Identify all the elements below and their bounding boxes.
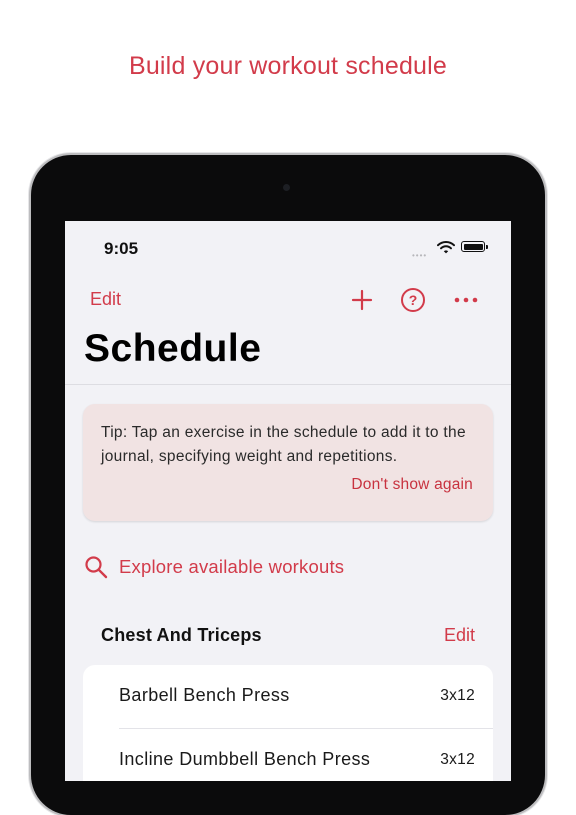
page-title: Schedule xyxy=(84,327,262,370)
dont-show-again-button[interactable]: Don't show again xyxy=(351,476,473,494)
exercise-sets: 3x12 xyxy=(440,751,475,768)
exercise-name: Incline Dumbbell Bench Press xyxy=(119,749,371,769)
search-icon xyxy=(85,556,108,579)
app-screen: 9:05 •••• Edit ? Schedule Tip: Tap an ex… xyxy=(65,221,511,781)
signal-icon: •••• xyxy=(412,251,428,260)
exercise-list: Barbell Bench Press 3x12 Incline Dumbbel… xyxy=(83,665,493,781)
explore-workouts-button[interactable]: Explore available workouts xyxy=(84,554,344,580)
more-icon[interactable] xyxy=(454,297,478,303)
plus-icon[interactable] xyxy=(351,289,373,311)
section-edit-button[interactable]: Edit xyxy=(444,625,475,646)
marketing-headline: Build your workout schedule xyxy=(128,52,448,80)
tip-text: Tip: Tap an exercise in the schedule to … xyxy=(101,424,466,465)
exercise-name: Barbell Bench Press xyxy=(119,685,290,705)
help-icon[interactable]: ? xyxy=(401,288,425,312)
nav-edit-button[interactable]: Edit xyxy=(90,289,121,310)
exercise-sets: 3x12 xyxy=(440,687,475,704)
camera-dot xyxy=(283,184,290,191)
wifi-icon xyxy=(437,241,455,254)
exercise-row[interactable]: Barbell Bench Press 3x12 xyxy=(83,665,493,729)
status-time: 9:05 xyxy=(104,239,139,258)
section-title: Chest And Triceps xyxy=(101,625,262,645)
battery-icon xyxy=(461,241,488,252)
tip-card: Tip: Tap an exercise in the schedule to … xyxy=(83,404,493,521)
explore-workouts-label: Explore available workouts xyxy=(119,556,345,577)
exercise-row[interactable]: Incline Dumbbell Bench Press 3x12 xyxy=(83,729,493,781)
nav-divider xyxy=(65,384,511,385)
